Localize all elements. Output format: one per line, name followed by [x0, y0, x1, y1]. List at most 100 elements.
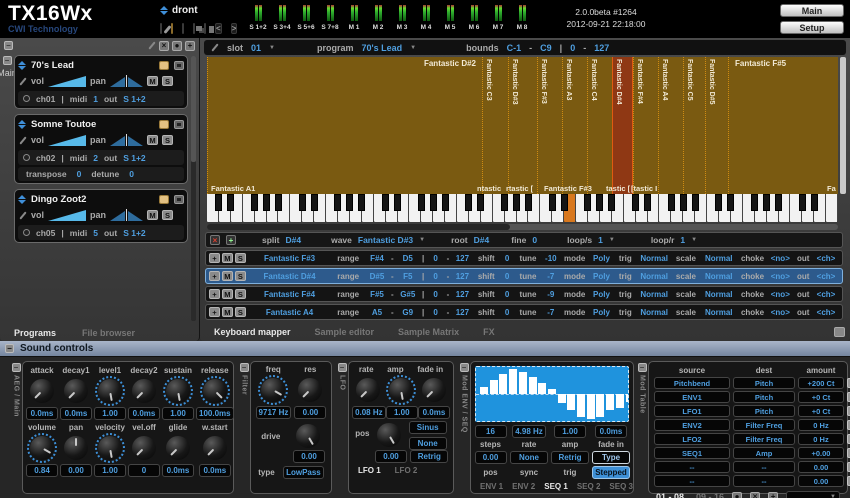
close-button[interactable]: ×	[750, 492, 760, 498]
mod-dest[interactable]: Pitch	[733, 391, 795, 403]
save-icon[interactable]	[174, 120, 184, 129]
tab-programs[interactable]: Programs	[14, 328, 56, 338]
vel-low[interactable]: 0	[427, 272, 445, 281]
delete-icon[interactable]	[204, 23, 206, 34]
vel-low[interactable]: 0	[427, 308, 445, 317]
minimize-filter-button[interactable]: −	[240, 363, 249, 372]
copy-icon[interactable]	[193, 23, 195, 34]
key-zone[interactable]: Fantastic F#4	[633, 57, 658, 194]
aeg-vertical-tab[interactable]: AEG / Main	[13, 375, 20, 417]
filter-drive-value[interactable]: 0.00	[293, 450, 325, 463]
tab-seq-2[interactable]: SEQ 2	[577, 482, 601, 491]
piano-keyboard[interactable]	[207, 194, 838, 222]
decay2-knob[interactable]	[132, 379, 156, 403]
attack-knob[interactable]	[30, 379, 54, 403]
lfo-rate-value[interactable]: 0.08 Hz	[352, 406, 386, 419]
tab-lfo-1[interactable]: LFO 1	[358, 466, 381, 475]
mod-amount[interactable]: 0 Hz	[798, 433, 844, 445]
tab-env-1[interactable]: ENV 1	[480, 482, 503, 491]
lfo-pos-value[interactable]: 0.00	[375, 450, 407, 463]
filter-freq-knob[interactable]	[261, 378, 285, 402]
expand-button[interactable]: +	[209, 271, 220, 281]
seq-steps-value[interactable]: 16	[475, 425, 507, 438]
mod-dest[interactable]: --	[733, 475, 795, 487]
out-value[interactable]: S 1+2	[123, 153, 145, 163]
mod-amount[interactable]: +0.00	[798, 447, 844, 459]
sample-row[interactable]: +MSFantastic F#3rangeF#4-D5|0-127shift0t…	[205, 250, 843, 266]
lfo-wave-select[interactable]: Sinus	[409, 421, 447, 434]
black-key[interactable]	[525, 194, 532, 211]
program-select-radio[interactable]	[23, 154, 30, 161]
release-knob[interactable]	[203, 379, 227, 403]
mod-amount[interactable]: +0 Ct	[798, 405, 844, 417]
choke-value[interactable]: <no>	[767, 272, 793, 281]
vel-high[interactable]: 127	[451, 308, 473, 317]
vel-high[interactable]: 127	[451, 254, 473, 263]
save-icon[interactable]	[174, 195, 184, 204]
mode-value[interactable]: Poly	[589, 272, 615, 281]
seq-step-bar[interactable]	[577, 394, 585, 417]
wrench-icon[interactable]	[160, 23, 162, 34]
mod-amount[interactable]: 0.00	[798, 475, 844, 487]
mode-value[interactable]: Poly	[589, 254, 615, 263]
program-slot[interactable]: Dingo Zoot2volpanMSch05|midi5outS 1+2	[14, 189, 188, 243]
black-key[interactable]	[334, 194, 341, 211]
solo-button[interactable]: S	[235, 289, 246, 299]
dot-button[interactable]: ●	[732, 492, 742, 498]
tab-sample-editor[interactable]: Sample editor	[315, 327, 375, 337]
lfo-vertical-tab[interactable]: LFO	[339, 375, 346, 391]
pan-knob[interactable]	[64, 436, 88, 460]
seq-step-bar[interactable]	[538, 383, 546, 394]
filter-res-value[interactable]: 0.00	[294, 406, 326, 419]
seq-step-bar[interactable]	[606, 394, 614, 410]
tab-lfo-2[interactable]: LFO 2	[395, 466, 418, 475]
mode-value[interactable]: Poly	[589, 290, 615, 299]
black-key[interactable]	[311, 194, 318, 211]
tab-sample-matrix[interactable]: Sample Matrix	[398, 327, 459, 337]
panel-corner-button[interactable]	[834, 327, 845, 337]
black-key[interactable]	[727, 194, 734, 211]
black-key[interactable]	[227, 194, 234, 211]
sample-name[interactable]: Fantastic F#4	[248, 290, 331, 299]
black-key[interactable]	[596, 194, 603, 211]
black-key[interactable]	[346, 194, 353, 211]
lfo-rate-knob[interactable]	[356, 378, 380, 402]
black-key[interactable]	[775, 194, 782, 211]
expand-button[interactable]: +	[209, 307, 220, 317]
mode-value[interactable]: Poly	[589, 308, 615, 317]
detune-value[interactable]: 0	[129, 169, 134, 179]
seq-rate-value[interactable]: 4.98 Hz	[512, 425, 546, 438]
black-key[interactable]	[358, 194, 365, 211]
sample-name[interactable]: Fantastic F#3	[248, 254, 331, 263]
filter-freq-value[interactable]: 9717 Hz	[256, 406, 292, 419]
key-zone-map[interactable]: Fantastic D#2Fantastic C3Fantastic D#3Fa…	[207, 57, 838, 194]
range-high[interactable]: G9	[396, 308, 420, 317]
knob-value[interactable]: 0.0ms	[128, 407, 160, 420]
mute-button[interactable]: M	[222, 271, 233, 281]
step-sequencer-graph[interactable]	[475, 366, 629, 422]
mod-dest[interactable]: Pitch	[733, 377, 795, 389]
key-zone[interactable]: Fantastic D#5	[705, 57, 728, 194]
black-key[interactable]	[513, 194, 520, 211]
mute-button[interactable]: M	[222, 289, 233, 299]
seq-trig-button[interactable]: Retrig	[551, 451, 589, 464]
mute-button[interactable]: M	[147, 135, 158, 145]
knob-value[interactable]: 1.00	[94, 407, 126, 420]
knob-value[interactable]: 0.0ms	[60, 407, 92, 420]
mod-dest[interactable]: Pitch	[733, 405, 795, 417]
black-key[interactable]	[608, 194, 615, 211]
shift-value[interactable]: 0	[499, 272, 515, 281]
seq-step-bar[interactable]	[558, 394, 566, 403]
knob-value[interactable]: 0.0ms	[162, 464, 194, 477]
program-select-radio[interactable]	[23, 95, 30, 102]
black-key[interactable]	[799, 194, 806, 211]
decay1-knob[interactable]	[64, 379, 88, 403]
black-key[interactable]	[299, 194, 306, 211]
glide-knob[interactable]	[166, 436, 190, 460]
folder-icon[interactable]	[159, 61, 169, 70]
add-icon[interactable]: +	[185, 41, 195, 51]
seq-step-bar[interactable]	[587, 394, 595, 419]
key-zone[interactable]: Fantastic C5	[683, 57, 705, 194]
pan-slider[interactable]	[110, 75, 143, 87]
folder-icon[interactable]	[159, 195, 169, 204]
